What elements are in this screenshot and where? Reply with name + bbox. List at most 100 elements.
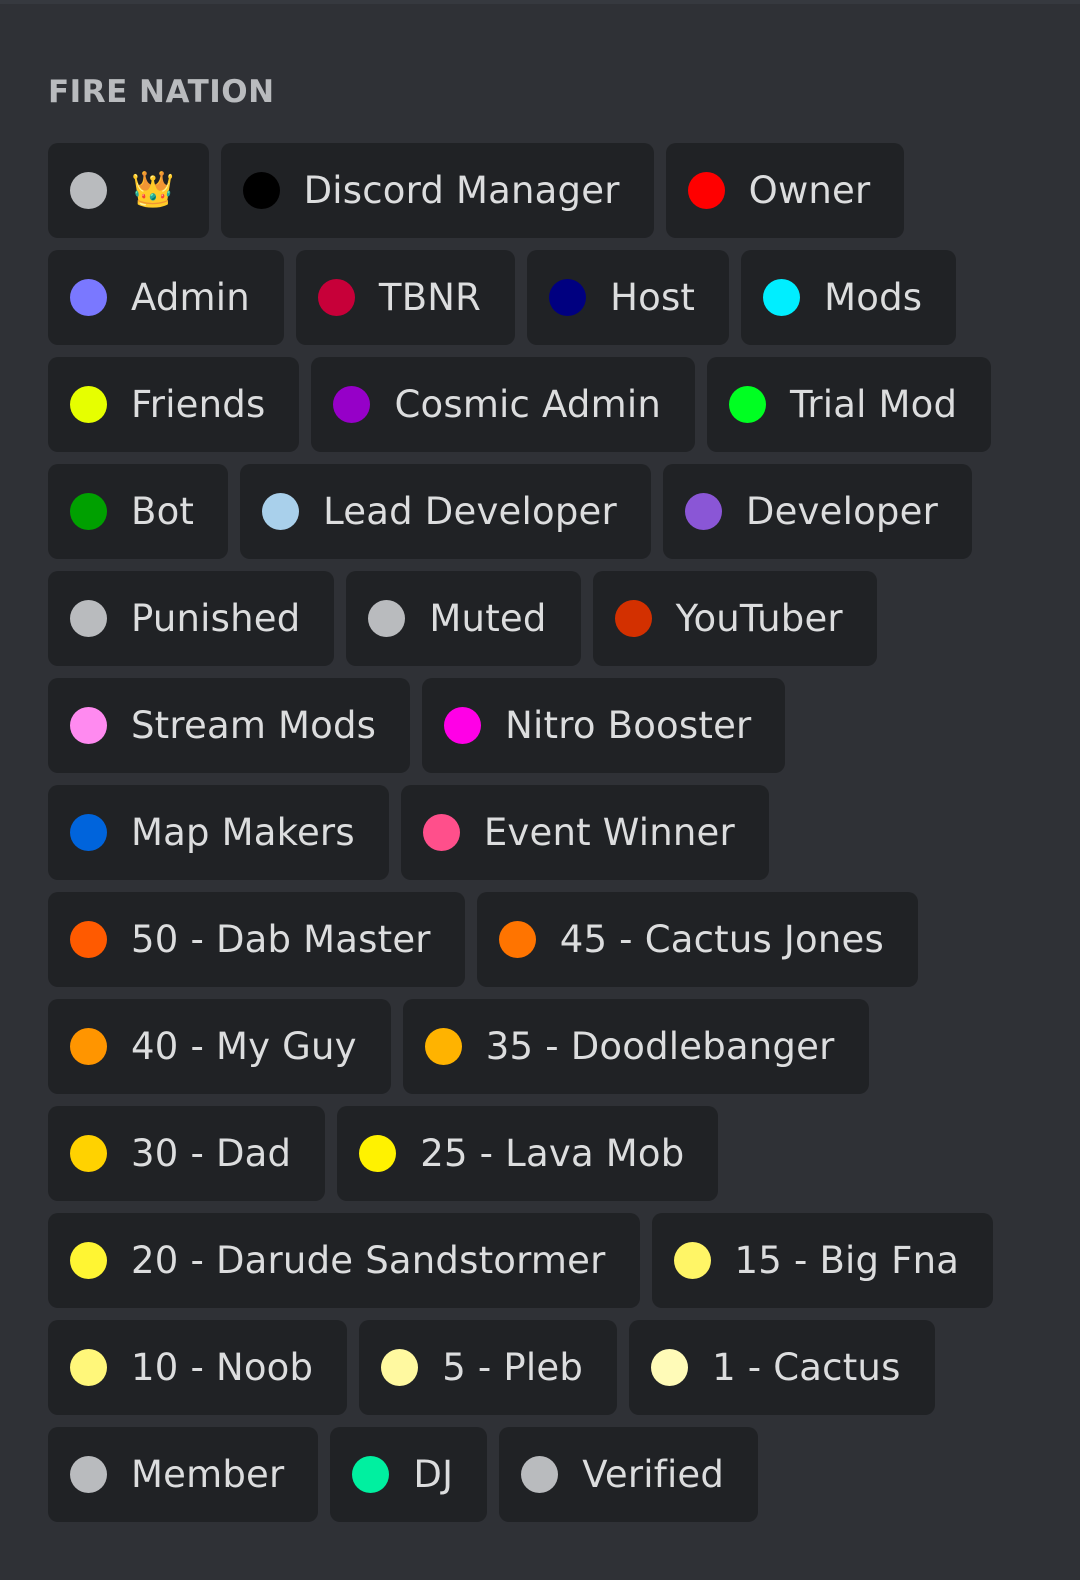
role-label: 50 - Dab Master: [131, 918, 431, 961]
role-chip-cosmic-admin[interactable]: Cosmic Admin: [311, 357, 695, 452]
role-row: Punished Muted YouTuber: [48, 571, 1008, 666]
role-color-dot: [614, 600, 652, 637]
crown-icon: 👑: [131, 170, 175, 210]
role-color-dot: [424, 1028, 462, 1065]
role-chip-member[interactable]: Member: [48, 1427, 319, 1522]
role-chip-35-doodlebanger[interactable]: 35 - Doodlebanger: [402, 999, 869, 1094]
role-label: Host: [610, 276, 696, 319]
role-chip-50-dab-master[interactable]: 50 - Dab Master: [48, 892, 465, 987]
role-chip-30-dad[interactable]: 30 - Dad: [48, 1106, 326, 1201]
role-color-dot: [70, 493, 107, 530]
role-color-dot: [444, 707, 482, 744]
role-chip-host[interactable]: Host: [527, 250, 730, 345]
role-label: Discord Manager: [303, 169, 620, 212]
role-color-dot: [359, 1135, 397, 1172]
role-list: 👑 Discord Manager Owner Admin TBNR Host Mods Fr…: [48, 143, 1008, 1534]
role-chip-nitro-booster[interactable]: Nitro Booster: [422, 678, 786, 773]
role-chip-tbnr[interactable]: TBNR: [295, 250, 516, 345]
role-color-dot: [70, 1242, 107, 1279]
role-chip-map-makers[interactable]: Map Makers: [48, 785, 389, 880]
role-color-dot: [352, 1456, 390, 1493]
role-color-dot: [651, 1349, 689, 1386]
role-color-dot: [70, 814, 107, 851]
role-color-dot: [70, 279, 107, 316]
role-color-dot: [70, 921, 107, 958]
role-row: 👑 Discord Manager Owner: [48, 143, 1008, 238]
role-row: 10 - Noob 5 - Pleb 1 - Cactus: [48, 1320, 1008, 1415]
role-label: 30 - Dad: [131, 1132, 292, 1175]
role-chip-punished[interactable]: Punished: [48, 571, 335, 666]
role-chip-5-pleb[interactable]: 5 - Pleb: [359, 1320, 618, 1415]
role-chip-youtuber[interactable]: YouTuber: [592, 571, 877, 666]
role-label: TBNR: [378, 276, 482, 319]
role-color-dot: [673, 1242, 711, 1279]
role-chip-crown[interactable]: 👑: [48, 143, 209, 238]
role-row: Bot Lead Developer Developer: [48, 464, 1008, 559]
role-color-dot: [728, 386, 766, 423]
role-row: Stream Mods Nitro Booster: [48, 678, 1008, 773]
section-title: FIRE NATION: [48, 74, 275, 110]
role-row: 50 - Dab Master 45 - Cactus Jones: [48, 892, 1008, 987]
role-color-dot: [549, 279, 587, 316]
role-chip-trial-mod[interactable]: Trial Mod: [706, 357, 992, 452]
role-color-dot: [422, 814, 460, 851]
role-color-dot: [70, 1349, 107, 1386]
role-chip-friends[interactable]: Friends: [48, 357, 300, 452]
role-color-dot: [242, 172, 280, 209]
role-label: Stream Mods: [131, 704, 377, 747]
role-label: Verified: [582, 1453, 725, 1496]
role-color-dot: [317, 279, 355, 316]
role-chip-20-darude-sandstormer[interactable]: 20 - Darude Sandstormer: [48, 1213, 640, 1308]
role-row: Friends Cosmic Admin Trial Mod: [48, 357, 1008, 452]
role-color-dot: [684, 493, 722, 530]
role-chip-admin[interactable]: Admin: [48, 250, 284, 345]
role-chip-lead-developer[interactable]: Lead Developer: [240, 464, 651, 559]
role-label: Trial Mod: [789, 383, 958, 426]
role-color-dot: [368, 600, 406, 637]
role-label: Event Winner: [483, 811, 735, 854]
role-chip-40-my-guy[interactable]: 40 - My Guy: [48, 999, 391, 1094]
role-label: Friends: [131, 383, 266, 426]
role-chip-25-lava-mob[interactable]: 25 - Lava Mob: [337, 1106, 719, 1201]
role-chip-45-cactus-jones[interactable]: 45 - Cactus Jones: [476, 892, 918, 987]
role-label: 10 - Noob: [131, 1346, 314, 1389]
role-label: Nitro Booster: [505, 704, 752, 747]
role-color-dot: [70, 1456, 107, 1493]
role-chip-developer[interactable]: Developer: [662, 464, 972, 559]
role-label: Owner: [748, 169, 871, 212]
role-label: 40 - My Guy: [131, 1025, 357, 1068]
role-chip-15-big-fna[interactable]: 15 - Big Fna: [651, 1213, 994, 1308]
role-chip-event-winner[interactable]: Event Winner: [400, 785, 769, 880]
role-color-dot: [333, 386, 371, 423]
role-label: Admin: [131, 276, 250, 319]
role-chip-verified[interactable]: Verified: [499, 1427, 759, 1522]
role-chip-dj[interactable]: DJ: [330, 1427, 488, 1522]
role-label: 35 - Doodlebanger: [485, 1025, 835, 1068]
role-chip-owner[interactable]: Owner: [665, 143, 905, 238]
role-row: Member DJ Verified: [48, 1427, 1008, 1522]
role-label: 45 - Cactus Jones: [559, 918, 884, 961]
role-row: 20 - Darude Sandstormer 15 - Big Fna: [48, 1213, 1008, 1308]
role-label: 15 - Big Fna: [734, 1239, 960, 1282]
role-label: Member: [131, 1453, 285, 1496]
role-label: Cosmic Admin: [394, 383, 661, 426]
role-label: Mods: [824, 276, 923, 319]
role-chip-10-noob[interactable]: 10 - Noob: [48, 1320, 348, 1415]
role-chip-1-cactus[interactable]: 1 - Cactus: [629, 1320, 935, 1415]
role-chip-muted[interactable]: Muted: [346, 571, 581, 666]
role-label: Punished: [131, 597, 301, 640]
role-chip-discord-manager[interactable]: Discord Manager: [220, 143, 654, 238]
role-color-dot: [70, 172, 107, 209]
role-color-dot: [498, 921, 536, 958]
role-label: Muted: [429, 597, 547, 640]
role-color-dot: [687, 172, 725, 209]
panel-top-divider: [0, 0, 1080, 4]
role-chip-stream-mods[interactable]: Stream Mods: [48, 678, 411, 773]
role-label: 25 - Lava Mob: [420, 1132, 685, 1175]
role-chip-mods[interactable]: Mods: [741, 250, 957, 345]
role-color-dot: [70, 386, 107, 423]
role-chip-bot[interactable]: Bot: [48, 464, 229, 559]
role-color-dot: [70, 1028, 107, 1065]
role-label: Developer: [745, 490, 938, 533]
role-label: Map Makers: [131, 811, 355, 854]
